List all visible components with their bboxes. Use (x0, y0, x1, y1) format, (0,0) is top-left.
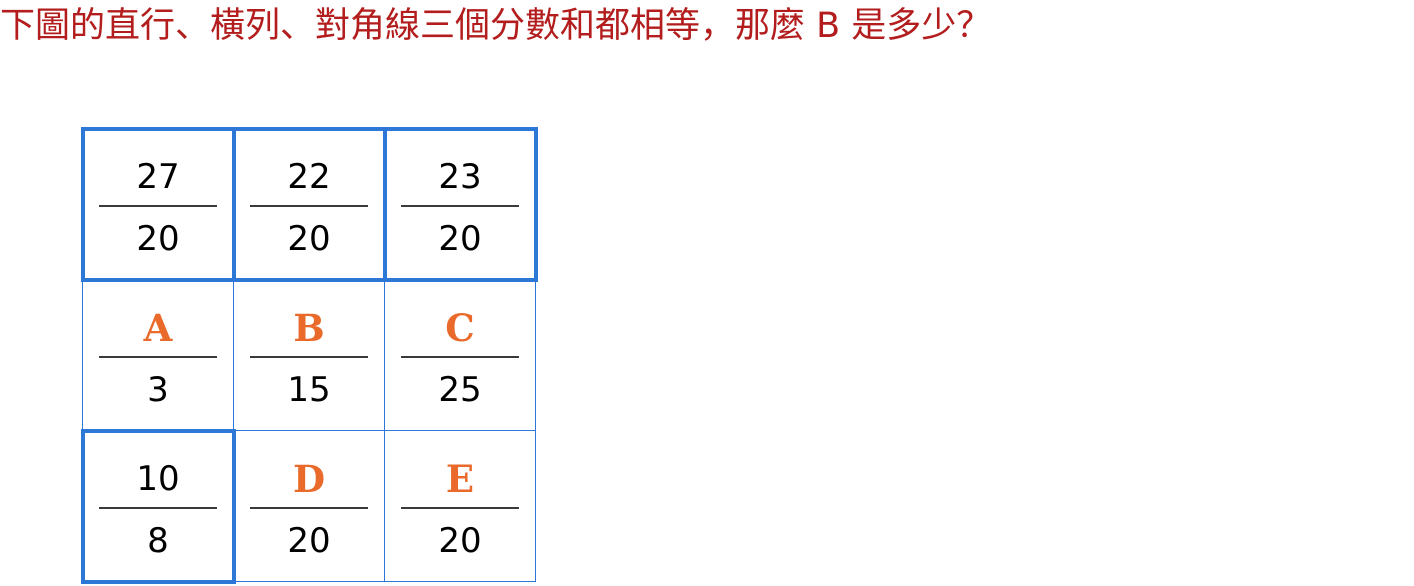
denominator: 20 (287, 219, 331, 259)
grid-cell-r2c1: A 3 (83, 280, 234, 431)
denominator: 20 (438, 521, 482, 561)
numerator: 10 (136, 459, 180, 499)
numerator: 23 (438, 157, 482, 197)
unknown-numerator-e: E (445, 457, 475, 501)
fraction-bar (250, 507, 368, 509)
fraction-bar (401, 356, 519, 358)
magic-square-grid: 27 20 22 20 23 20 A 3 B 15 C 25 10 8 D 2… (82, 128, 536, 582)
denominator: 20 (287, 521, 331, 561)
grid-cell-r3c2: D 20 (234, 431, 385, 582)
numerator: 27 (136, 157, 180, 197)
fraction-bar (99, 205, 217, 207)
denominator: 8 (147, 521, 169, 561)
denominator: 15 (287, 370, 331, 410)
fraction-bar (250, 205, 368, 207)
grid-cell-r3c1: 10 8 (83, 431, 234, 582)
grid-cell-r3c3: E 20 (385, 431, 536, 582)
question-text: 下圖的直行、橫列、對角線三個分數和都相等，那麼 B 是多少？ (0, 6, 992, 46)
unknown-numerator-c: C (445, 306, 475, 350)
grid-cell-r1c3: 23 20 (385, 129, 536, 280)
unknown-numerator-a: A (143, 306, 173, 350)
grid-cell-r1c2: 22 20 (234, 129, 385, 280)
unknown-numerator-d: D (292, 457, 326, 501)
fraction-bar (401, 507, 519, 509)
grid-cell-r1c1: 27 20 (83, 129, 234, 280)
unknown-numerator-b: B (293, 306, 325, 350)
fraction-bar (99, 507, 217, 509)
fraction-bar (250, 356, 368, 358)
denominator: 20 (136, 219, 180, 259)
fraction-bar (401, 205, 519, 207)
numerator: 22 (287, 157, 331, 197)
denominator: 20 (438, 219, 482, 259)
grid-cell-r2c2: B 15 (234, 280, 385, 431)
fraction-bar (99, 356, 217, 358)
denominator: 25 (438, 370, 482, 410)
denominator: 3 (147, 370, 169, 410)
grid-cell-r2c3: C 25 (385, 280, 536, 431)
